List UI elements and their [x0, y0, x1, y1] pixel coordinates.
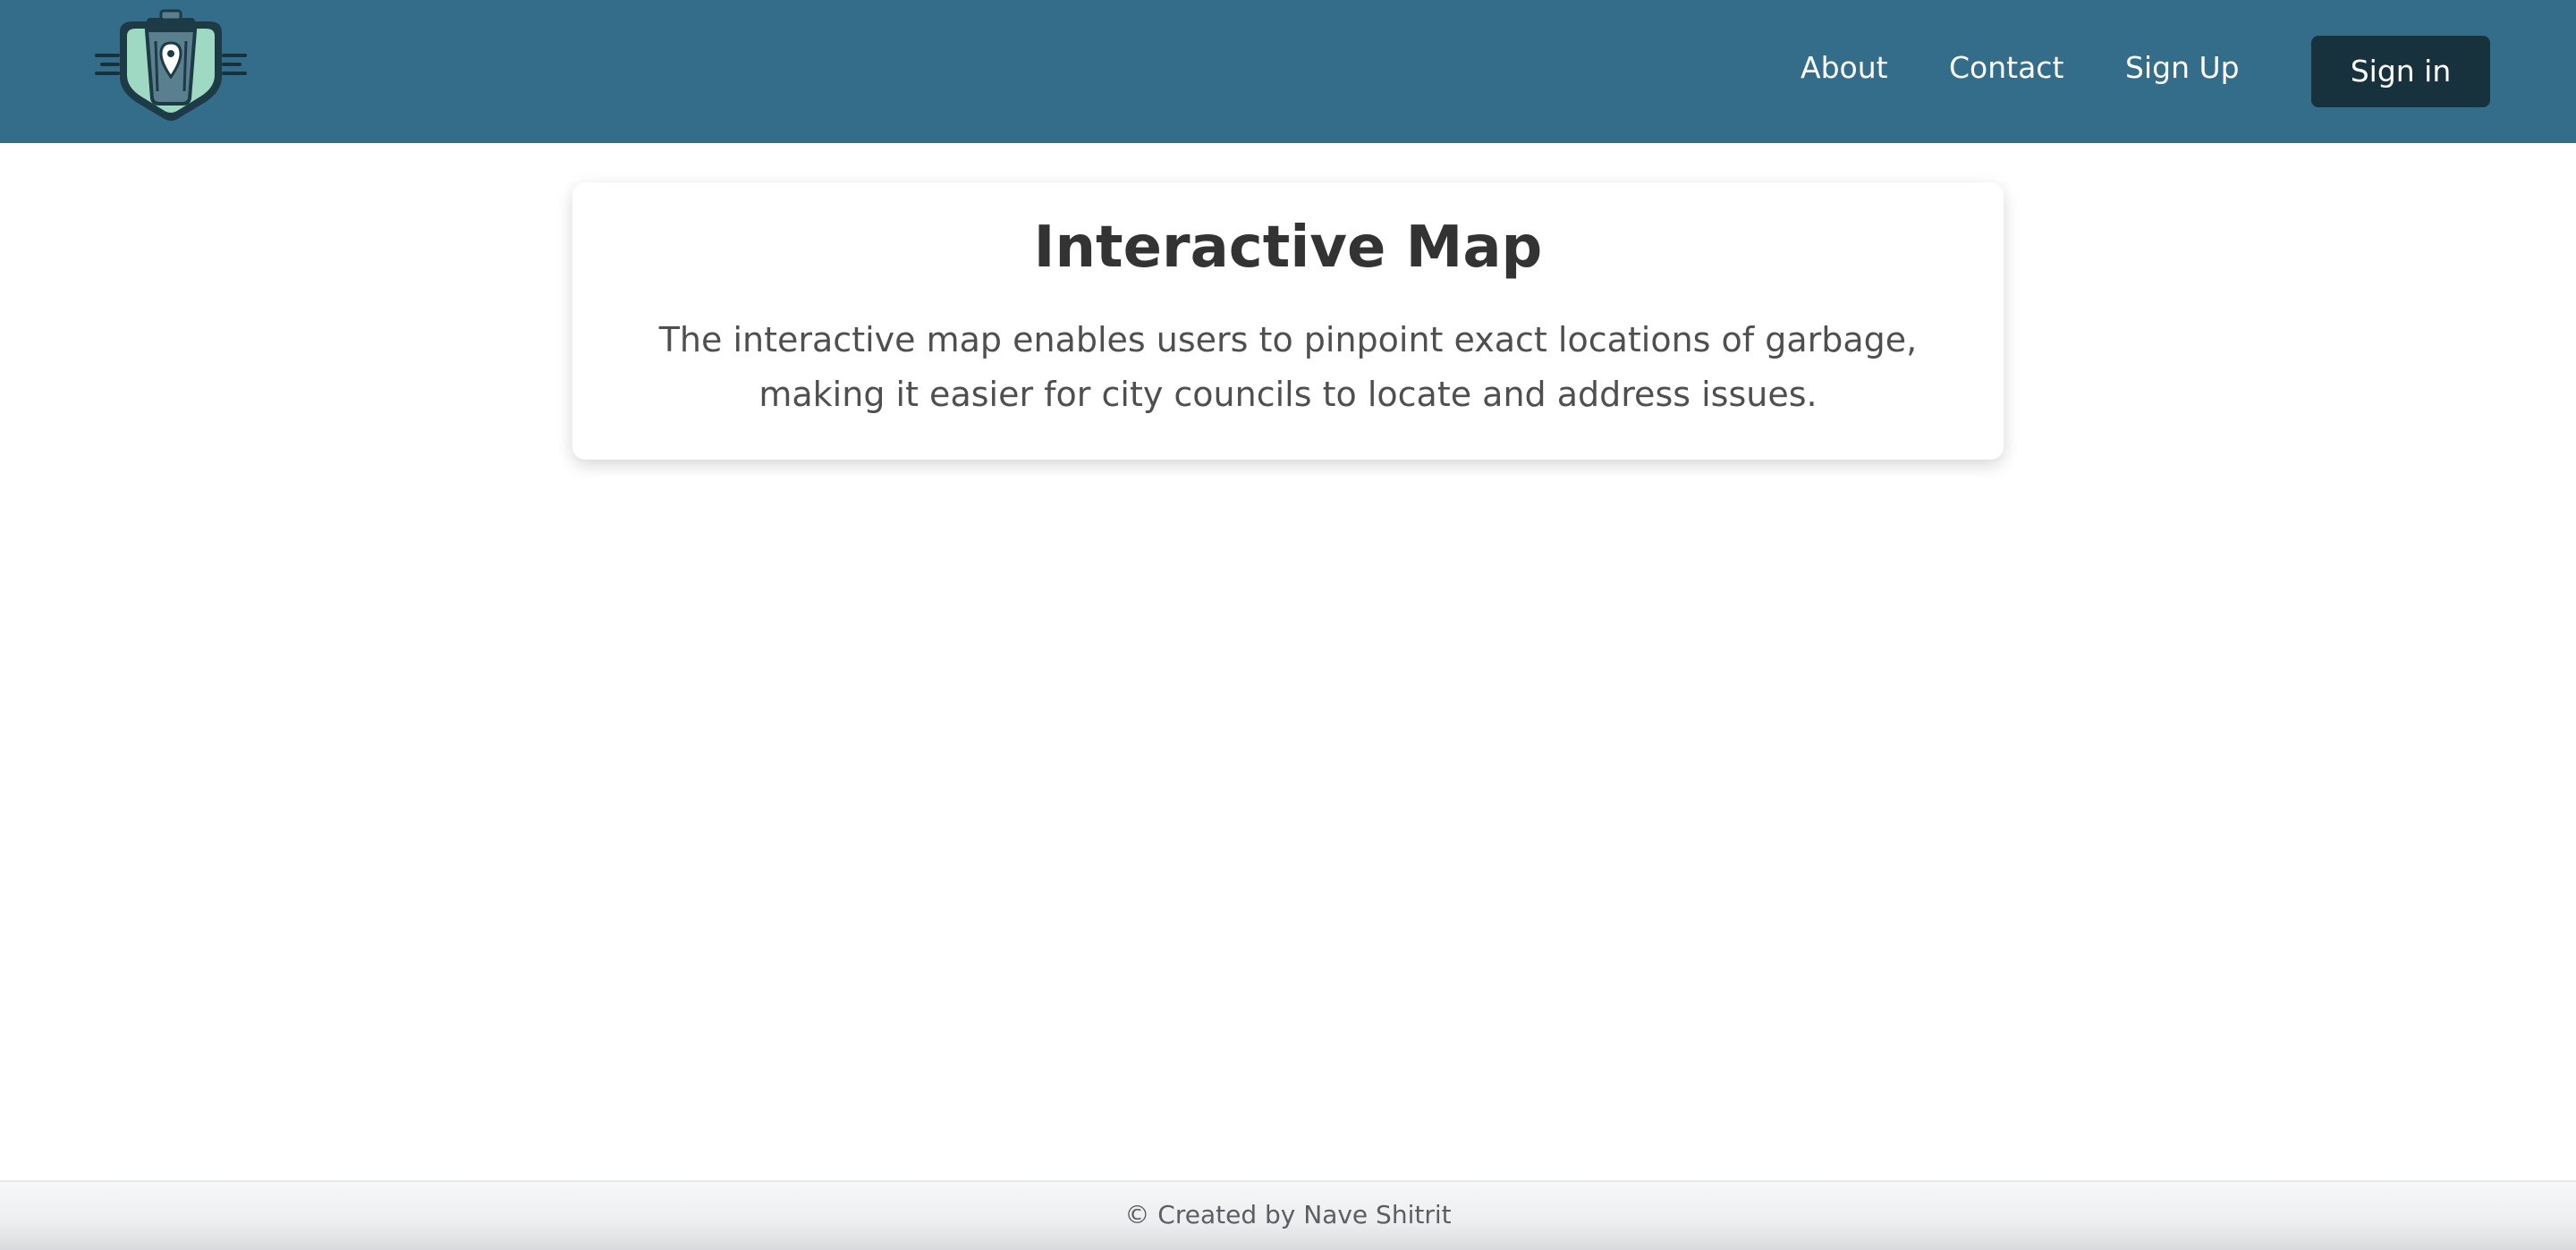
nav-link-about[interactable]: About	[1801, 50, 1888, 85]
footer-credit-text: © Created by Nave Shitrit	[1124, 1200, 1452, 1229]
sign-in-button[interactable]: Sign in	[2311, 36, 2490, 107]
top-navbar: About Contact Sign Up Sign in	[0, 0, 2576, 143]
page-footer: © Created by Nave Shitrit	[0, 1180, 2576, 1250]
nav-link-contact[interactable]: Contact	[1949, 50, 2063, 85]
card-title: Interactive Map	[1033, 215, 1543, 281]
card-description: The interactive map enables users to pin…	[658, 320, 1918, 414]
feature-card: Interactive Map The interactive map enab…	[572, 182, 2004, 460]
nav-link-sign-up[interactable]: Sign Up	[2125, 50, 2240, 85]
trash-bin-logo-icon[interactable]	[93, 5, 249, 123]
